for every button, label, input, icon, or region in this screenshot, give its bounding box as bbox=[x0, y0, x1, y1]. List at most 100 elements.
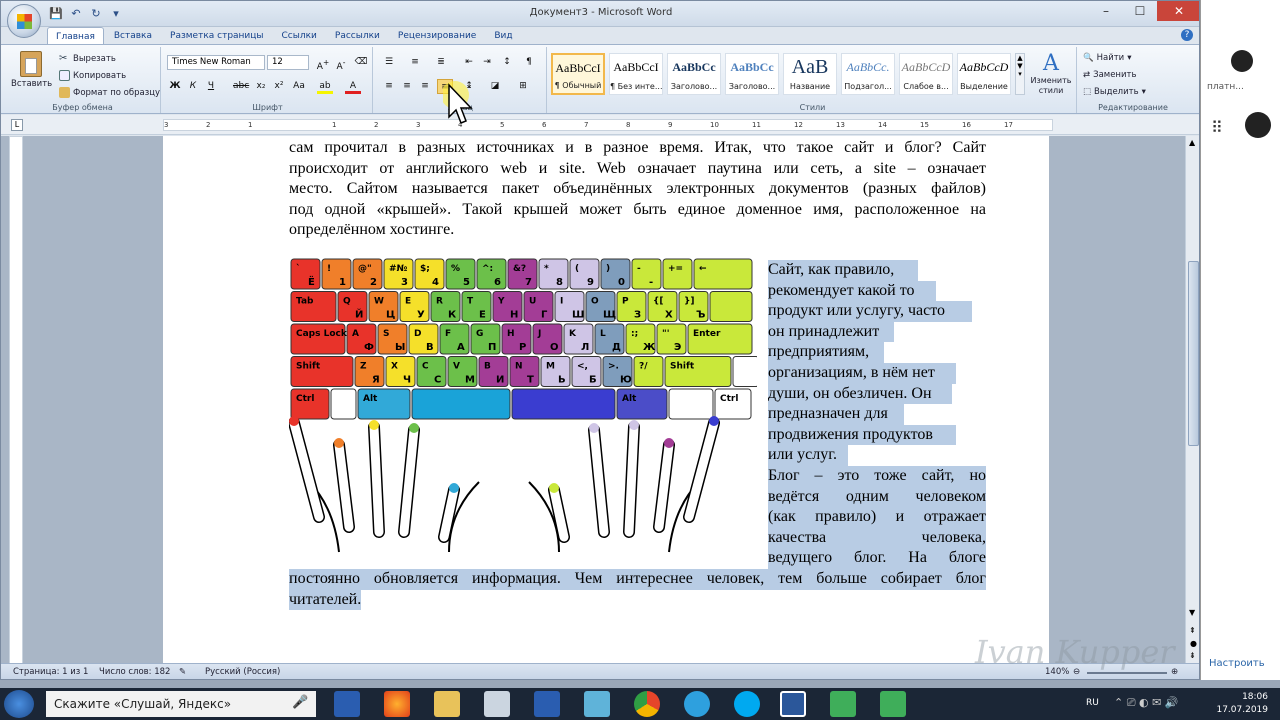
tab-insert[interactable]: Вставка bbox=[106, 27, 160, 45]
side-paragraph[interactable]: Сайт, как правило, рекомендует какой то … bbox=[768, 260, 986, 569]
paste-button[interactable]: Вставить bbox=[11, 51, 52, 101]
change-case-icon[interactable]: Aa bbox=[291, 79, 307, 94]
camtasia-icon[interactable] bbox=[830, 691, 856, 717]
format-painter-button[interactable]: Формат по образцу bbox=[59, 87, 160, 98]
input-language[interactable]: RU bbox=[1086, 698, 1106, 708]
vertical-ruler[interactable] bbox=[9, 136, 23, 664]
font-size-select[interactable]: 12 bbox=[267, 55, 309, 70]
font-color-icon[interactable]: A bbox=[345, 79, 361, 94]
scroll-up-icon[interactable]: ▲ bbox=[1189, 138, 1195, 147]
redo-icon[interactable]: ↻ bbox=[89, 7, 103, 21]
microphone-icon[interactable]: 🎤 bbox=[292, 695, 308, 710]
align-left-icon[interactable]: ≡ bbox=[381, 79, 397, 94]
cut-button[interactable]: ✂ Вырезать bbox=[59, 53, 116, 64]
clock-time[interactable]: 18:06 bbox=[1224, 692, 1268, 702]
horizontal-ruler[interactable]: L 3 2 1 1 2 3 4 5 6 7 8 9 10 11 12 13 14 15 16 17 bbox=[1, 115, 1199, 135]
bold-icon[interactable]: Ж bbox=[167, 79, 183, 94]
style-title[interactable]: AaB Название bbox=[783, 53, 837, 95]
proofing-icon[interactable]: ✎ bbox=[179, 667, 186, 677]
multilevel-list-icon[interactable]: ≣ bbox=[433, 55, 449, 70]
style-heading-1[interactable]: AaBbCc Заголово... bbox=[667, 53, 721, 95]
find-button[interactable]: 🔍 Найти ▾ bbox=[1083, 53, 1131, 63]
italic-icon[interactable]: К bbox=[185, 79, 201, 94]
maximize-button[interactable]: ☐ bbox=[1123, 1, 1157, 21]
underline-icon[interactable]: Ч bbox=[203, 79, 219, 94]
tray-icons[interactable]: ⌃ ⎚ ◐ ✉ 🔊 bbox=[1114, 696, 1214, 710]
clear-format-icon[interactable]: ⌫ bbox=[353, 55, 369, 70]
skype-icon[interactable] bbox=[734, 691, 760, 717]
show-marks-icon[interactable]: ¶ bbox=[521, 55, 537, 70]
setup-link[interactable]: Настроить bbox=[1209, 658, 1265, 669]
search-box[interactable]: Скажите «Слушай, Яндекс» bbox=[46, 691, 316, 717]
tab-home[interactable]: Главная bbox=[47, 27, 104, 45]
scroll-thumb[interactable] bbox=[1188, 261, 1199, 446]
notes-icon[interactable] bbox=[584, 691, 610, 717]
page-count[interactable]: Страница: 1 из 1 bbox=[13, 667, 88, 677]
style-no-spacing[interactable]: AaBbCcI ¶ Без инте... bbox=[609, 53, 663, 95]
documents-icon[interactable] bbox=[484, 691, 510, 717]
help-icon[interactable]: ? bbox=[1181, 29, 1193, 41]
camtasia-recorder-icon[interactable] bbox=[880, 691, 906, 717]
sort-icon[interactable]: ↕ bbox=[499, 55, 515, 70]
align-center-icon[interactable]: ≡ bbox=[399, 79, 415, 94]
change-styles-button[interactable]: A Изменить стили bbox=[1027, 51, 1075, 103]
start-button[interactable] bbox=[4, 690, 34, 718]
keyboard-image[interactable]: ` Ё! 1 @" 2 #№ 3 $; 4% 5 ^: 6 &? 7 * 8(9) 0- - += ← Tab Q Й W Ц E… bbox=[288, 257, 760, 557]
shading-icon[interactable]: ◪ bbox=[487, 79, 503, 94]
align-right-icon[interactable]: ≡ bbox=[417, 79, 433, 94]
firefox-icon[interactable] bbox=[384, 691, 410, 717]
tab-mailings[interactable]: Рассылки bbox=[327, 27, 388, 45]
borders-icon[interactable]: ⊞ bbox=[515, 79, 531, 94]
style-subtle-emphasis[interactable]: AaBbCcD Слабое в... bbox=[899, 53, 953, 95]
minimize-button[interactable]: – bbox=[1089, 1, 1123, 21]
vertical-scrollbar[interactable]: ▲ ▼ ⇞ ● ⇟ bbox=[1185, 136, 1199, 664]
next-page-icon[interactable]: ⇟ bbox=[1189, 651, 1196, 660]
undo-icon[interactable]: ↶ bbox=[69, 7, 83, 21]
style-normal[interactable]: AaBbCcI ¶ Обычный bbox=[551, 53, 605, 95]
avatar[interactable] bbox=[1231, 50, 1253, 72]
close-button[interactable]: ✕ bbox=[1157, 1, 1199, 21]
increase-indent-icon[interactable]: ⇥ bbox=[479, 55, 495, 70]
highlight-icon[interactable]: ab bbox=[317, 79, 333, 94]
office-button[interactable] bbox=[7, 4, 41, 38]
document-page[interactable]: сам прочитал в разных источниках и в раз… bbox=[163, 136, 1049, 664]
styles-scroll[interactable]: ▲ ▼ ▾ bbox=[1015, 53, 1025, 95]
word-count[interactable]: Число слов: 182 bbox=[99, 667, 170, 677]
grow-font-icon[interactable]: A+ bbox=[315, 55, 331, 72]
customize-qat-icon[interactable]: ▾ bbox=[109, 7, 123, 21]
tab-selector-icon[interactable]: L bbox=[11, 119, 23, 131]
language-indicator[interactable]: Русский (Россия) bbox=[205, 667, 280, 677]
paragraph-bottom[interactable]: постоянно обновляется информация. Чем ин… bbox=[289, 569, 986, 611]
zoom-slider[interactable] bbox=[1087, 672, 1167, 674]
save-app-icon[interactable] bbox=[334, 691, 360, 717]
telegram-icon[interactable] bbox=[684, 691, 710, 717]
decrease-indent-icon[interactable]: ⇤ bbox=[461, 55, 477, 70]
save-icon[interactable]: 💾 bbox=[49, 7, 63, 21]
strikethrough-icon[interactable]: abc bbox=[233, 79, 249, 94]
superscript-icon[interactable]: x² bbox=[271, 79, 287, 94]
browse-object-icon[interactable]: ● bbox=[1190, 639, 1197, 648]
bullets-icon[interactable]: ☰ bbox=[381, 55, 397, 70]
explorer-icon[interactable] bbox=[434, 691, 460, 717]
apps-grid-icon[interactable]: ⠿ bbox=[1211, 118, 1223, 137]
font-name-select[interactable]: Times New Roman bbox=[167, 55, 265, 70]
yandex-icon[interactable] bbox=[534, 691, 560, 717]
paragraph-1[interactable]: сам прочитал в разных источниках и в раз… bbox=[289, 138, 986, 241]
style-emphasis[interactable]: AaBbCcD Выделение bbox=[957, 53, 1011, 95]
copy-button[interactable]: Копировать bbox=[59, 70, 126, 81]
subscript-icon[interactable]: x₂ bbox=[253, 79, 269, 94]
scroll-down-icon[interactable]: ▼ bbox=[1189, 608, 1195, 617]
prev-page-icon[interactable]: ⇞ bbox=[1189, 626, 1196, 635]
style-heading-2[interactable]: AaBbCc Заголово... bbox=[725, 53, 779, 95]
tab-review[interactable]: Рецензирование bbox=[390, 27, 484, 45]
shrink-font-icon[interactable]: A- bbox=[333, 55, 349, 72]
tab-view[interactable]: Вид bbox=[486, 27, 520, 45]
chrome-icon[interactable] bbox=[634, 691, 660, 717]
replace-button[interactable]: ⇄ Заменить bbox=[1083, 70, 1136, 80]
tab-page-layout[interactable]: Разметка страницы bbox=[162, 27, 272, 45]
style-subtitle[interactable]: AaBbCc. Подзагол... bbox=[841, 53, 895, 95]
word-icon[interactable] bbox=[780, 691, 806, 717]
numbering-icon[interactable]: ≡ bbox=[407, 55, 423, 70]
tab-references[interactable]: Ссылки bbox=[274, 27, 325, 45]
clock-date[interactable]: 17.07.2019 bbox=[1216, 705, 1268, 715]
